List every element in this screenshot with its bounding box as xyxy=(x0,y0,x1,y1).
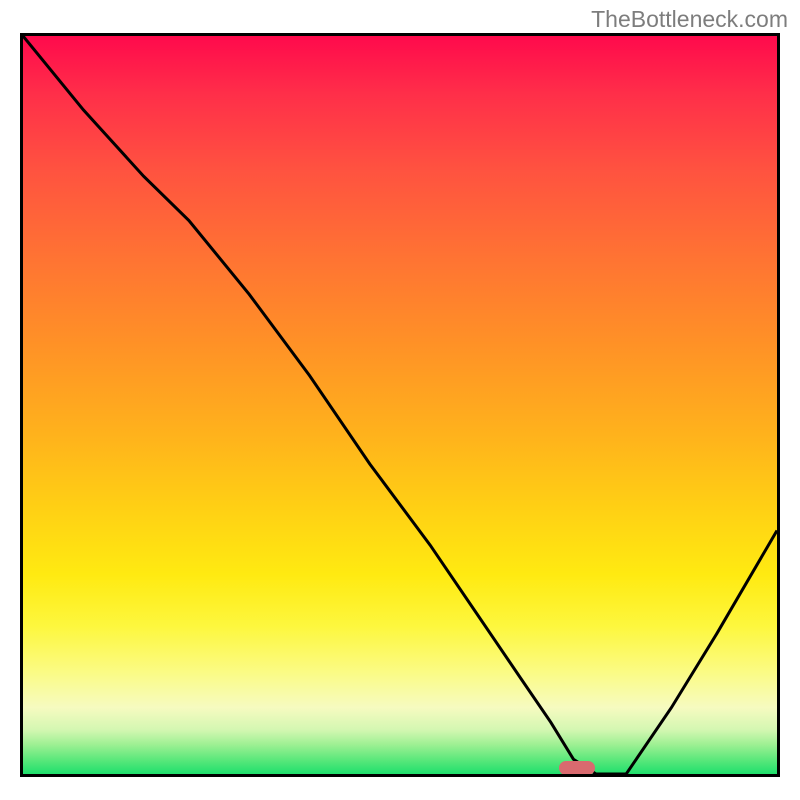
watermark-text: TheBottleneck.com xyxy=(591,6,788,33)
chart-container: TheBottleneck.com xyxy=(0,0,800,800)
plot-area xyxy=(20,33,780,777)
bottleneck-curve xyxy=(23,36,777,774)
optimum-marker xyxy=(559,761,595,775)
curve-svg xyxy=(23,36,777,774)
